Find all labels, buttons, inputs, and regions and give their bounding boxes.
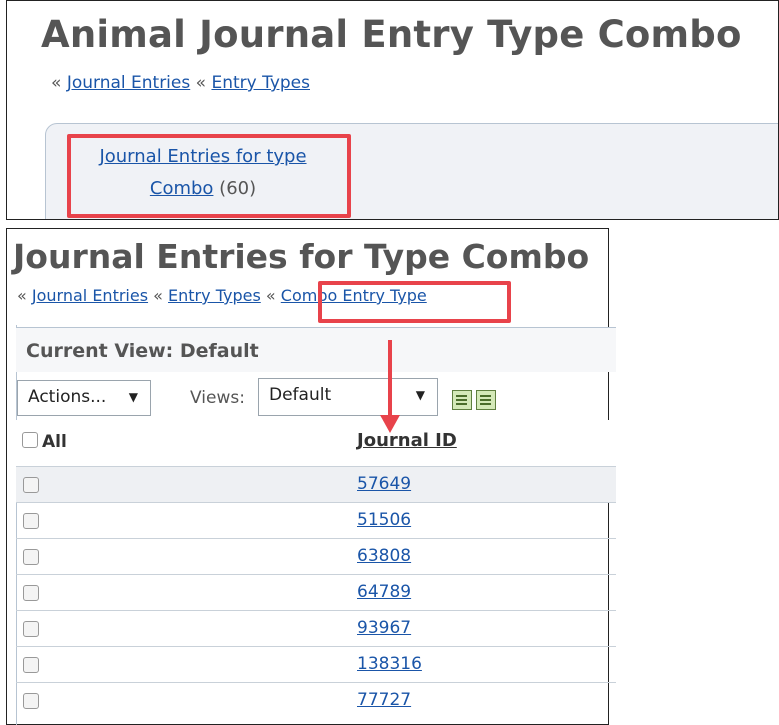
journal-id-link[interactable]: 64789	[357, 582, 411, 602]
refresh-grid-icon[interactable]	[476, 390, 496, 410]
breadcrumb-separator: «	[195, 73, 207, 93]
journal-id-column-header[interactable]: Journal ID	[357, 430, 457, 451]
page-title: Journal Entries for Type Combo	[13, 237, 590, 276]
breadcrumb-separator: «	[265, 286, 276, 305]
row-checkbox[interactable]	[23, 477, 39, 493]
current-view-label: Current View: Default	[26, 340, 259, 362]
breadcrumb-separator: «	[51, 73, 62, 93]
breadcrumb-journal-entries[interactable]: Journal Entries	[32, 286, 148, 305]
row-checkbox[interactable]	[23, 657, 39, 673]
select-all-label: All	[42, 432, 67, 452]
breadcrumb-separator: «	[17, 286, 27, 305]
select-all-checkbox[interactable]	[22, 432, 38, 448]
breadcrumb-separator: «	[153, 286, 163, 305]
page-title: Animal Journal Entry Type Combo	[41, 13, 742, 56]
journal-id-link[interactable]: 57649	[357, 474, 411, 494]
journal-id-link[interactable]: 138316	[357, 654, 422, 674]
views-select[interactable]: Default ▼	[258, 378, 438, 416]
actions-button[interactable]: Actions... ▼	[17, 380, 151, 416]
journal-id-link[interactable]: 77727	[357, 690, 411, 710]
row-checkbox[interactable]	[23, 693, 39, 709]
row-checkbox[interactable]	[23, 513, 39, 529]
breadcrumb-entry-types[interactable]: Entry Types	[211, 73, 310, 93]
actions-label: Actions...	[28, 387, 107, 407]
table-row: 138316	[16, 646, 616, 682]
chevron-down-icon: ▼	[128, 390, 138, 404]
row-checkbox[interactable]	[23, 621, 39, 637]
breadcrumb: « Journal Entries « Entry Types	[51, 73, 310, 93]
arrow-head	[380, 415, 400, 433]
breadcrumb-entry-types[interactable]: Entry Types	[168, 286, 261, 305]
journal-id-link[interactable]: 51506	[357, 510, 411, 530]
row-checkbox[interactable]	[23, 585, 39, 601]
table-row: 77727	[16, 682, 616, 718]
views-select-value: Default	[269, 385, 332, 405]
top-panel: Animal Journal Entry Type Combo « Journa…	[6, 0, 779, 220]
breadcrumb-journal-entries[interactable]: Journal Entries	[67, 73, 190, 93]
chevron-down-icon: ▼	[415, 388, 425, 402]
journal-id-link[interactable]: 93967	[357, 618, 411, 638]
table-header-row	[16, 420, 616, 466]
journal-id-link[interactable]: 63808	[357, 546, 411, 566]
add-grid-icon[interactable]	[452, 390, 472, 410]
table-row: 63808	[16, 538, 616, 574]
arrow-shaft	[388, 340, 392, 418]
row-checkbox[interactable]	[23, 549, 39, 565]
highlight-box	[318, 281, 511, 323]
table-row: 64789	[16, 574, 616, 610]
table-row: 57649	[16, 466, 616, 502]
table-row: 93967	[16, 610, 616, 646]
highlight-box	[67, 134, 351, 218]
views-label: Views:	[190, 388, 245, 408]
table-row: 51506	[16, 502, 616, 538]
